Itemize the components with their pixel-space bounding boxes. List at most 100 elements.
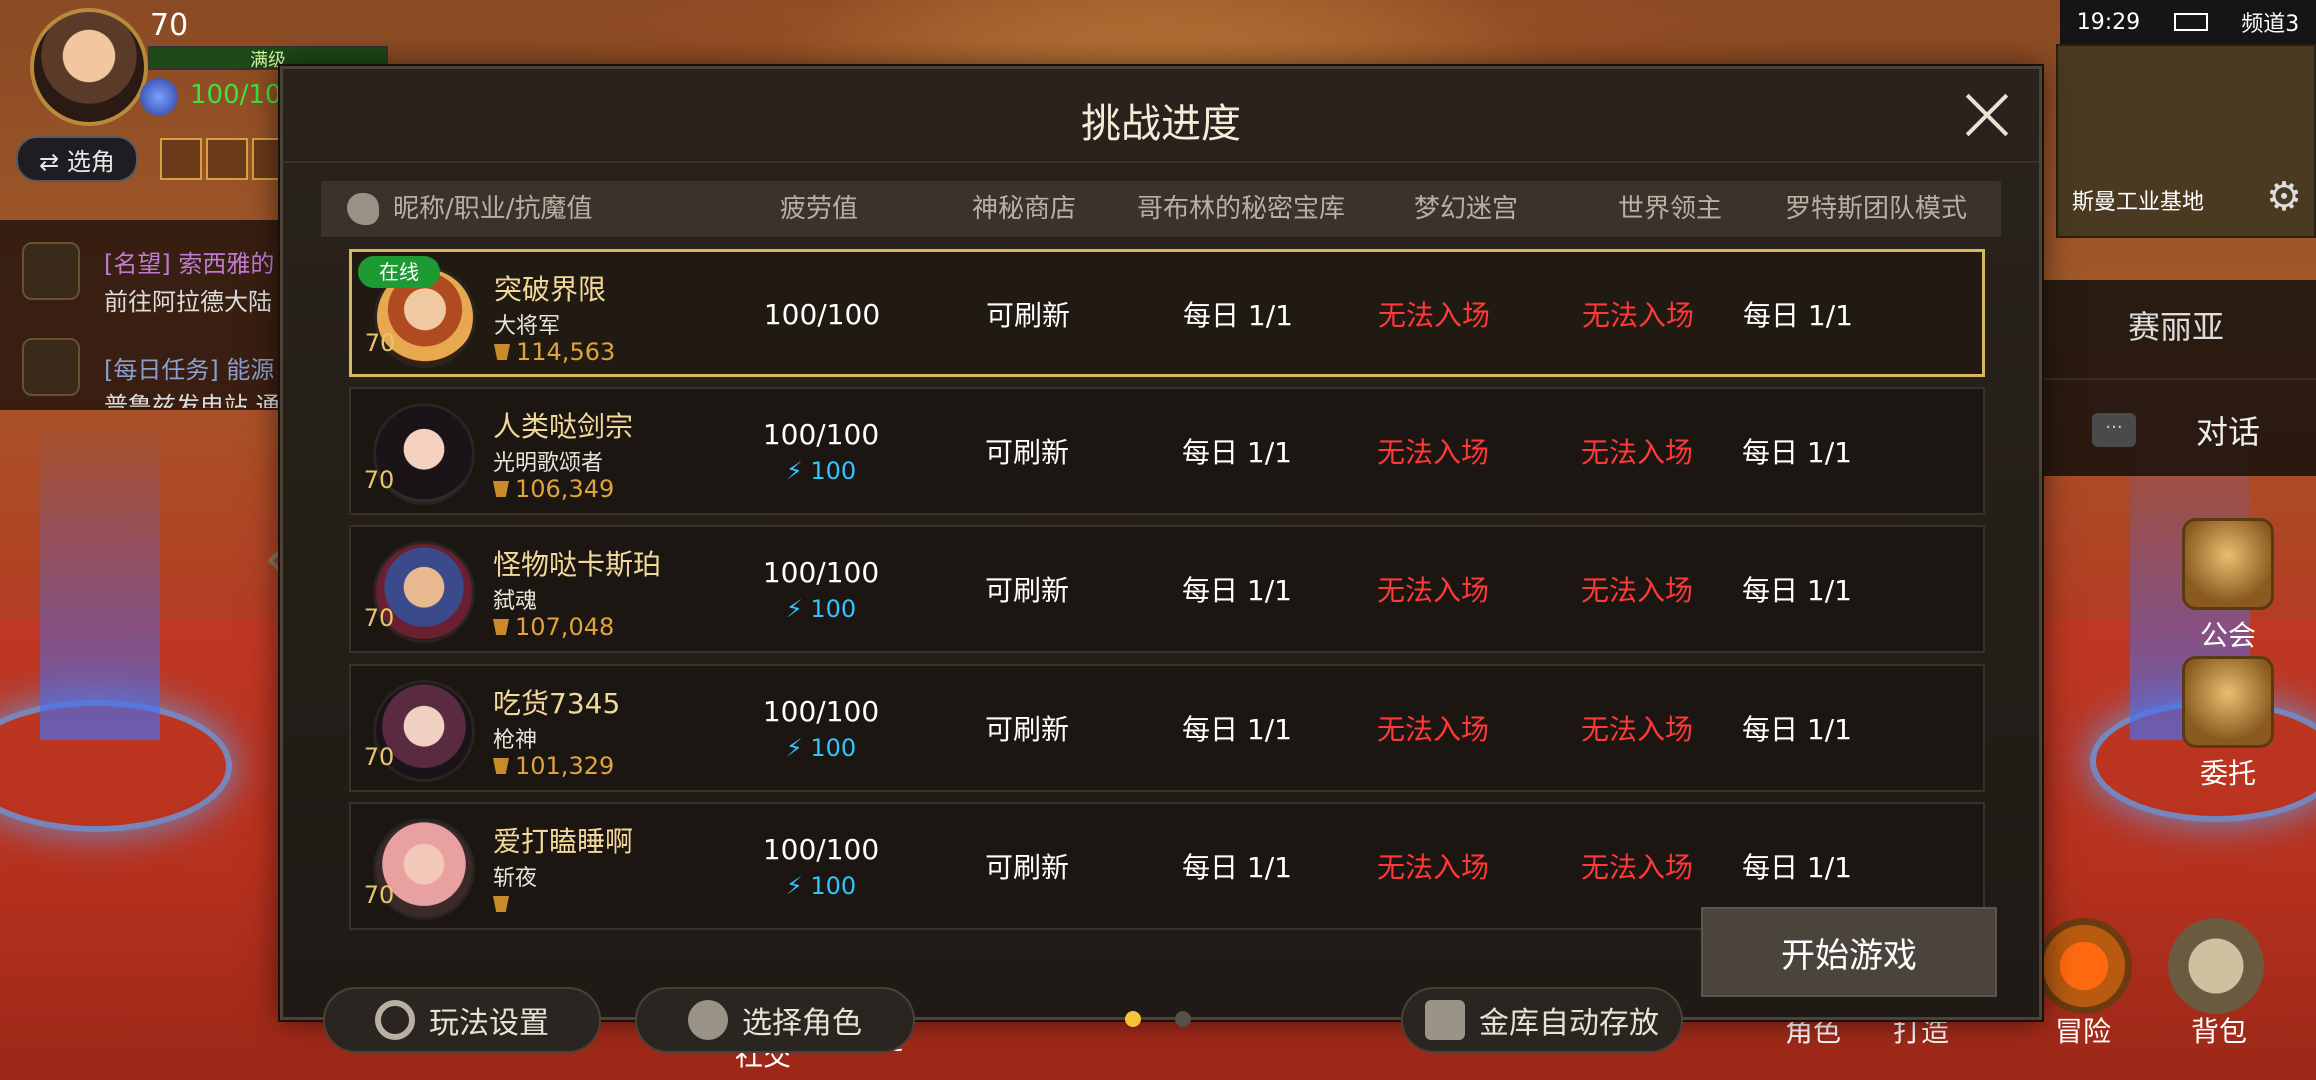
- dialog-title: 挑战进度: [1081, 101, 1241, 147]
- vault-auto-store-button[interactable]: 金库自动存放: [1401, 987, 1683, 1053]
- page-indicator-active[interactable]: [1125, 1011, 1141, 1027]
- gear-icon[interactable]: ⚙: [2266, 174, 2302, 220]
- fatigue-cell: 100/100 ⚡ 100: [701, 666, 941, 790]
- character-silhouette-icon: [688, 1000, 728, 1040]
- fatigue-value: 100/100: [762, 832, 880, 866]
- quest-1[interactable]: [名望] 索西雅的: [104, 244, 274, 279]
- potion-icon[interactable]: [140, 78, 178, 116]
- character-level-badge: 70: [359, 740, 399, 774]
- divider: [2036, 378, 2316, 380]
- vault-auto-store-label: 金库自动存放: [1479, 1006, 1659, 1041]
- fatigue-cell: 100/100 ⚡ 100: [701, 389, 941, 513]
- character-row[interactable]: 在线 70 突破界限 大将军 114,563 100/100 可刷新 每日 1/1 无法入场 无法…: [349, 249, 1985, 377]
- anti-magic-number: 107,048: [515, 613, 615, 641]
- battery-icon: [2173, 13, 2208, 31]
- quest-2-tag: [每日任务]: [104, 356, 219, 384]
- player-avatar[interactable]: [30, 8, 148, 126]
- energy-value: ⚡ 100: [786, 595, 856, 623]
- energy-number: 100: [810, 456, 857, 485]
- lightning-icon: ⚡: [785, 733, 811, 762]
- quest-tracker[interactable]: [名望] 索西雅的 前往阿拉德大陆 [每日任务] 能源 普鲁兹发电站 通: [0, 220, 290, 410]
- character-row[interactable]: 70 人类哒剑宗 光明歌颂者 106,349 100/100 ⚡ 100 可刷新 每日 1/1…: [349, 387, 1985, 515]
- character-name: 爱打瞌睡啊: [493, 825, 634, 858]
- quest-1-title: 索西雅的: [178, 250, 275, 278]
- buff-icon-2[interactable]: [206, 138, 248, 180]
- anti-magic-value: [493, 890, 515, 918]
- anti-magic-value: 106,349: [493, 475, 614, 503]
- character-list[interactable]: 在线 70 突破界限 大将军 114,563 100/100 可刷新 每日 1/1 无法入场 无法…: [349, 249, 1989, 955]
- power-icon: [493, 896, 509, 912]
- rotes-status: 每日 1/1: [1742, 574, 1852, 607]
- rotes-status: 每日 1/1: [1742, 436, 1852, 469]
- select-character-button[interactable]: 选择角色: [635, 987, 915, 1053]
- character-class: 斩夜: [493, 866, 538, 891]
- column-header-rotes: 罗特斯团队模式: [1784, 194, 1967, 224]
- close-icon[interactable]: [1963, 91, 2011, 139]
- rotes-status: 每日 1/1: [1742, 713, 1852, 746]
- bottom-menu-adventure[interactable]: 冒险: [2038, 1010, 2128, 1050]
- fatigue-cell: 100/100: [702, 252, 942, 376]
- anti-magic-number: 101,329: [515, 752, 615, 780]
- vault-chest-icon: [1425, 1000, 1465, 1040]
- column-header-shop: 神秘商店: [971, 194, 1076, 224]
- character-class: 枪神: [493, 728, 538, 753]
- table-header: 昵称/职业/抗魔值 疲劳值 神秘商店 哥布林的秘密宝库 梦幻迷宫 世界领主 罗特…: [321, 181, 2001, 237]
- dialog-titlebar: 挑战进度: [283, 69, 2039, 163]
- energy-value: ⚡ 100: [786, 734, 856, 762]
- lightning-icon: ⚡: [785, 871, 811, 900]
- channel-label[interactable]: 频道3: [2241, 6, 2299, 38]
- adventure-icon[interactable]: [2036, 918, 2132, 1014]
- power-icon: [494, 344, 510, 360]
- minimap[interactable]: 斯曼工业基地 ⚙: [2056, 44, 2316, 238]
- column-header-maze: 梦幻迷宫: [1413, 194, 1518, 224]
- side-menu-label: 委托: [2199, 757, 2256, 790]
- lightning-icon: ⚡: [785, 456, 811, 485]
- guild-icon: [2182, 518, 2274, 610]
- character-row[interactable]: 70 吃货7345 枪神 101,329 100/100 ⚡ 100 可刷新 每日 1/1 无法…: [349, 664, 1985, 792]
- bottom-menu-bag[interactable]: 背包: [2174, 1010, 2264, 1050]
- character-level-badge: 70: [359, 601, 399, 635]
- character-class: 弑魂: [493, 589, 538, 614]
- energy-value: ⚡ 100: [786, 457, 856, 485]
- fatigue-cell: 100/100 ⚡ 100: [701, 527, 941, 651]
- character-name: 人类哒剑宗: [493, 410, 634, 443]
- character-level-badge: 70: [359, 463, 399, 497]
- quest-1-desc: 前往阿拉德大陆: [104, 288, 272, 316]
- gameplay-settings-button[interactable]: 玩法设置: [323, 987, 601, 1053]
- power-icon: [493, 758, 509, 774]
- status-bar: 19:29 频道3: [2060, 0, 2316, 44]
- character-row[interactable]: 70 怪物哒卡斯珀 弑魂 107,048 100/100 ⚡ 100 可刷新 每日 1/1 无法…: [349, 525, 1985, 653]
- buff-icon-1[interactable]: [160, 138, 202, 180]
- side-menu-commission[interactable]: 委托: [2178, 656, 2278, 792]
- shop-status: 可刷新: [984, 713, 1069, 746]
- column-header-fatigue: 疲劳值: [779, 194, 858, 224]
- column-header-name: 昵称/职业/抗魔值: [393, 194, 593, 224]
- side-menu-guild[interactable]: 公会: [2178, 518, 2278, 654]
- emblem-icon: [347, 193, 379, 225]
- gameplay-settings-label: 玩法设置: [429, 1006, 549, 1041]
- start-game-button[interactable]: 开始游戏: [1701, 907, 1997, 997]
- fatigue-value: 100/100: [762, 555, 880, 589]
- npc-talk-button[interactable]: ··· 对话: [2036, 402, 2316, 458]
- light-pillar-left: [40, 420, 160, 740]
- quest-2[interactable]: [每日任务] 能源: [104, 350, 274, 385]
- switch-character-button[interactable]: ⇄ 选角: [16, 136, 138, 182]
- quest-2-title: 能源: [226, 356, 275, 384]
- character-level-badge: 70: [359, 878, 399, 912]
- anti-magic-value: 101,329: [493, 752, 614, 780]
- npc-talk-label: 对话: [2195, 413, 2260, 451]
- select-character-label: 选择角色: [742, 1006, 862, 1041]
- anti-magic-number: 106,349: [515, 475, 615, 503]
- side-menu-label: 公会: [2199, 619, 2256, 652]
- fatigue-value: 100/100: [763, 297, 881, 331]
- challenge-progress-dialog: 挑战进度 昵称/职业/抗魔值 疲劳值 神秘商店 哥布林的秘密宝库 梦幻迷宫 世界…: [280, 66, 2042, 1053]
- npc-name[interactable]: 赛丽亚: [2036, 302, 2316, 348]
- shop-status: 可刷新: [984, 436, 1069, 469]
- page-indicator[interactable]: [1175, 1011, 1191, 1027]
- gear-icon: [375, 1000, 415, 1040]
- backpack-icon[interactable]: [2168, 918, 2264, 1014]
- online-badge: 在线: [358, 256, 440, 288]
- energy-number: 100: [810, 733, 857, 762]
- rotes-status: 每日 1/1: [1743, 299, 1853, 332]
- energy-value: ⚡ 100: [786, 872, 856, 900]
